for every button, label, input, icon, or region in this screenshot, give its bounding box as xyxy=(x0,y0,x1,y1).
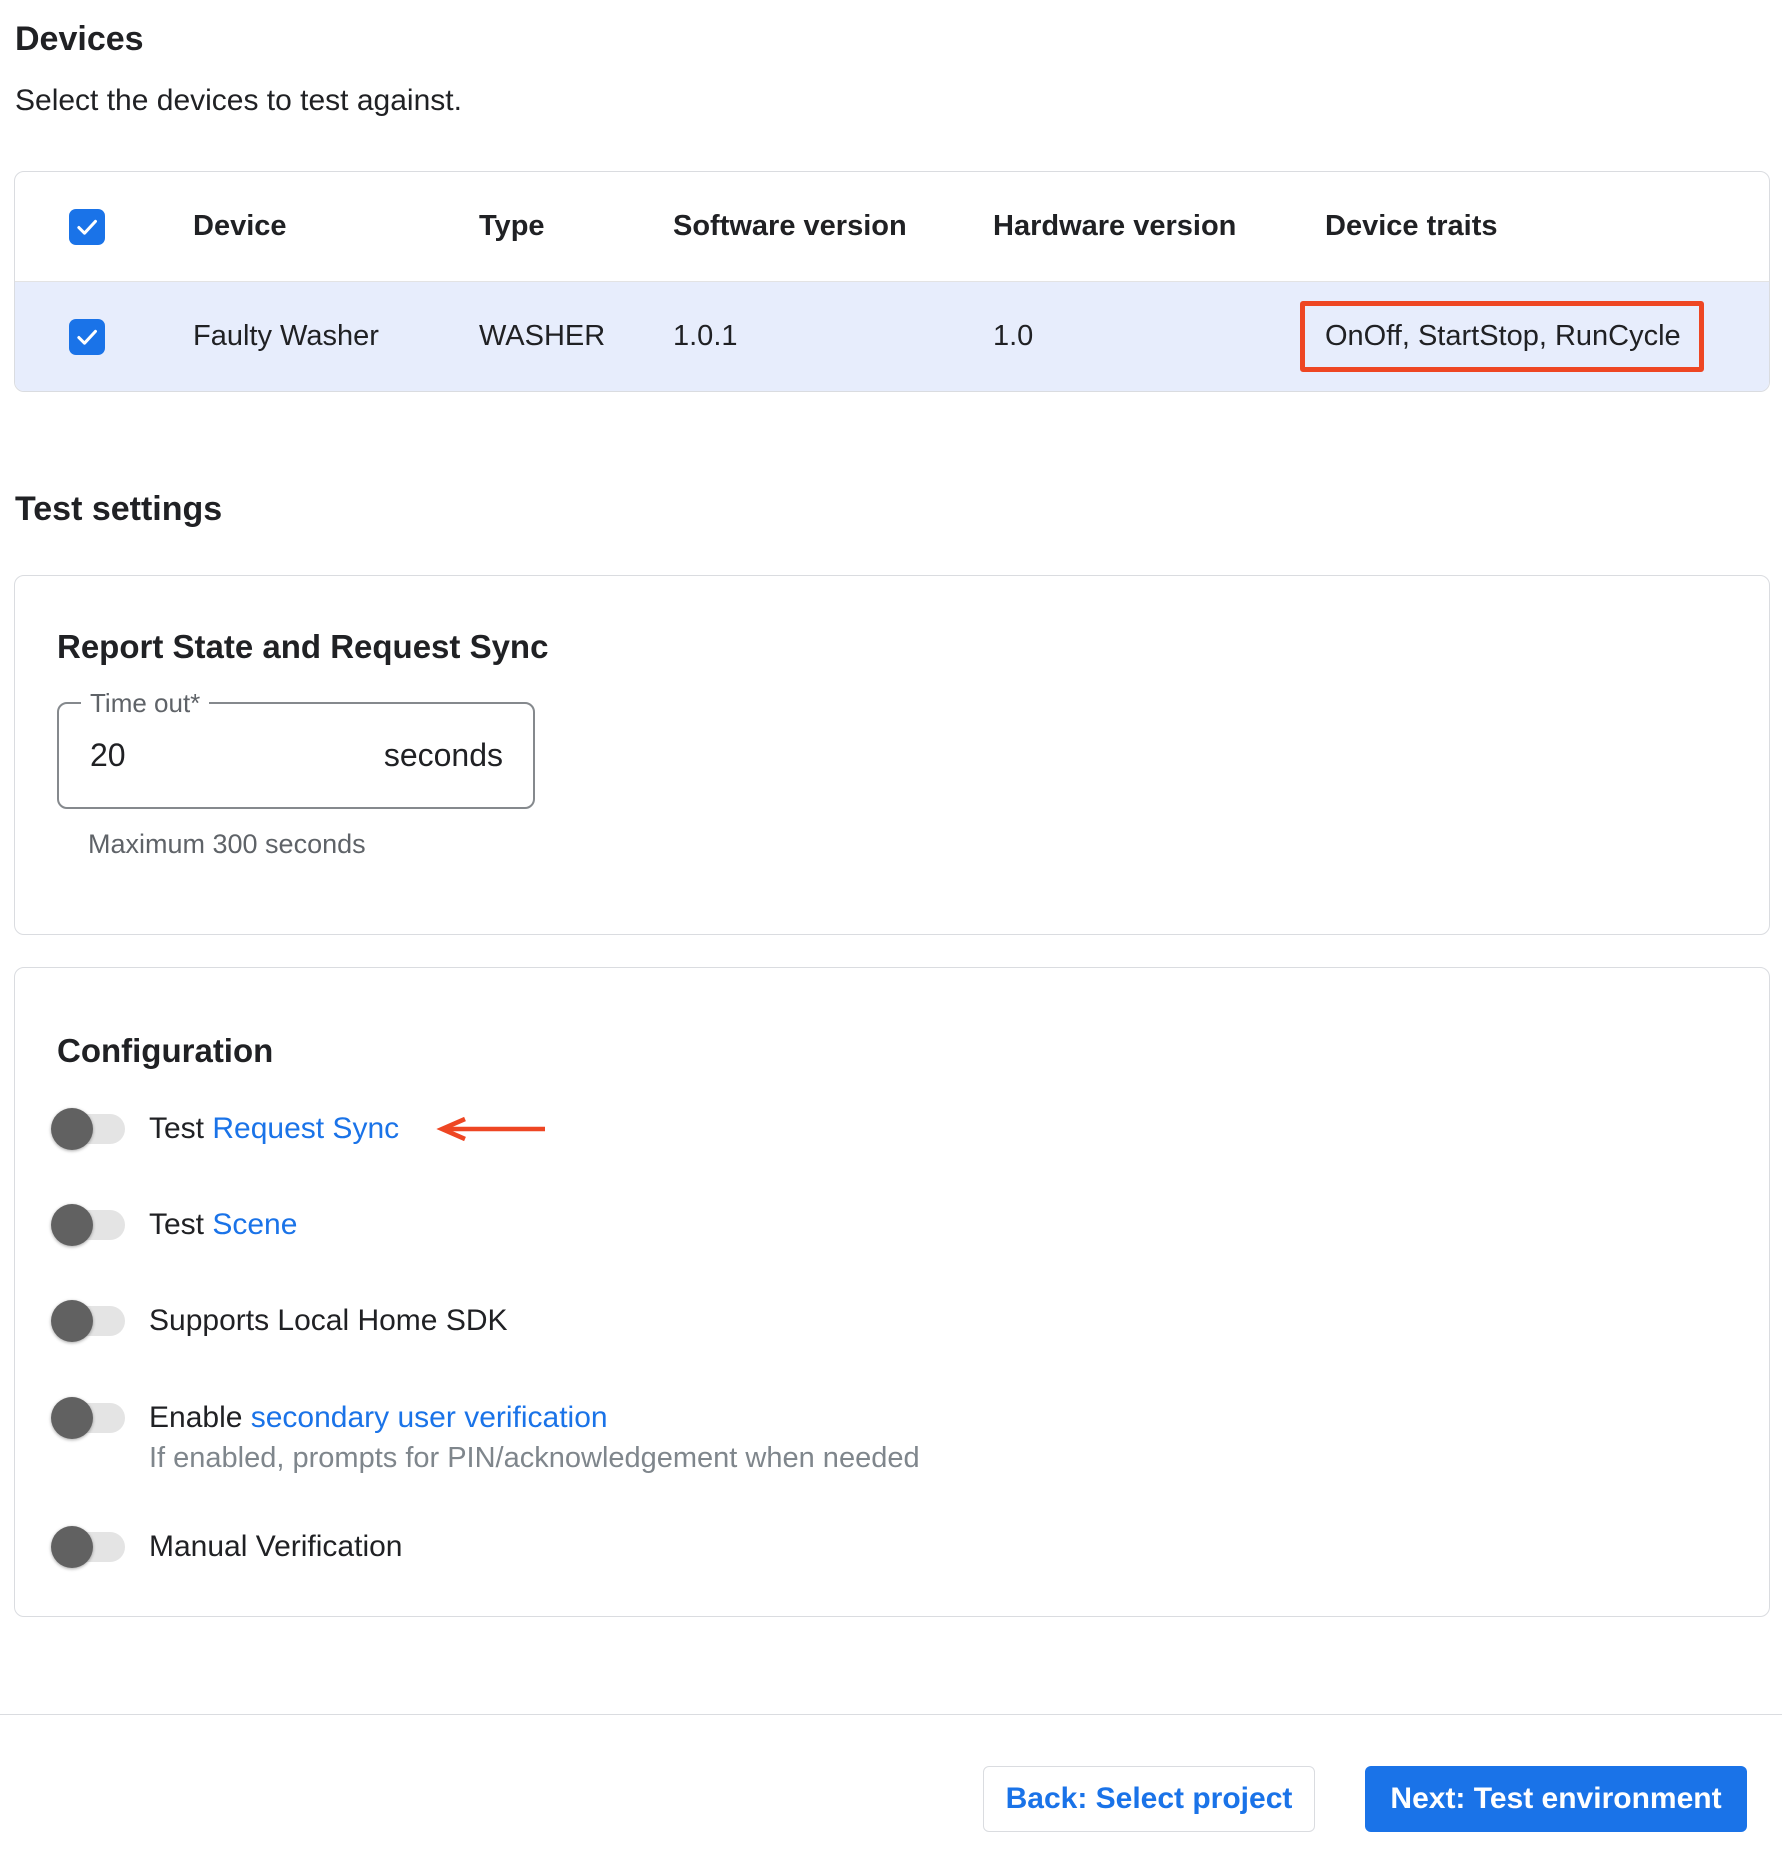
toggle-thumb-icon xyxy=(51,1526,93,1568)
test-scene-toggle[interactable] xyxy=(51,1203,125,1247)
column-header-software-version: Software version xyxy=(673,210,907,242)
cell-device-traits: OnOff, StartStop, RunCycle xyxy=(1325,320,1681,352)
column-header-device-traits: Device traits xyxy=(1325,210,1498,242)
toggle-row-local-home-sdk: Supports Local Home SDK xyxy=(51,1299,508,1343)
request-sync-link[interactable]: Request Sync xyxy=(212,1112,399,1146)
checkmark-icon xyxy=(77,219,97,235)
toggle-label-prefix: Test xyxy=(149,1208,213,1241)
footer-divider xyxy=(0,1714,1782,1715)
timeout-input[interactable] xyxy=(90,737,310,774)
devices-section-title: Devices xyxy=(15,20,144,58)
toggle-thumb-icon xyxy=(51,1108,93,1150)
configuration-card: Configuration Test Request Sync Test Sce… xyxy=(14,967,1770,1617)
devices-section-subtitle: Select the devices to test against. xyxy=(15,84,462,117)
manual-verification-toggle[interactable] xyxy=(51,1525,125,1569)
cell-hardware-version: 1.0 xyxy=(993,320,1034,352)
toggle-label-prefix: Enable xyxy=(149,1401,251,1434)
toggle-row-manual-verification: Manual Verification xyxy=(51,1525,402,1569)
row-checkbox[interactable] xyxy=(69,318,105,355)
secondary-verification-description: If enabled, prompts for PIN/acknowledgem… xyxy=(149,1442,920,1474)
configuration-card-title: Configuration xyxy=(57,1032,274,1069)
column-header-device: Device xyxy=(193,210,287,242)
secondary-user-verification-link[interactable]: secondary user verification xyxy=(251,1401,608,1435)
timeout-unit-label: seconds xyxy=(383,737,503,773)
toggle-thumb-icon xyxy=(51,1397,93,1439)
table-row: Faulty Washer WASHER 1.0.1 1.0 OnOff, St… xyxy=(15,282,1769,391)
cell-device-type: WASHER xyxy=(479,320,606,352)
toggle-thumb-icon xyxy=(51,1300,93,1342)
report-state-card-title: Report State and Request Sync xyxy=(57,628,549,665)
secondary-user-verification-toggle[interactable] xyxy=(51,1396,125,1440)
timeout-field: Time out* seconds xyxy=(57,688,535,809)
supports-local-home-sdk-toggle[interactable] xyxy=(51,1299,125,1343)
cell-device-name: Faulty Washer xyxy=(193,320,379,352)
toggle-label-prefix: Test xyxy=(149,1112,213,1145)
toggle-row-test-request-sync: Test Request Sync xyxy=(51,1107,549,1151)
timeout-field-label: Time out* xyxy=(81,688,210,719)
column-header-type: Type xyxy=(479,210,545,242)
next-test-environment-button[interactable]: Next: Test environment xyxy=(1365,1766,1747,1832)
select-all-checkbox[interactable] xyxy=(69,208,105,245)
annotation-highlight-box: OnOff, StartStop, RunCycle xyxy=(1300,301,1704,372)
annotation-arrow-icon xyxy=(436,1116,546,1142)
cell-software-version: 1.0.1 xyxy=(673,320,738,352)
toggle-thumb-icon xyxy=(51,1204,93,1246)
toggle-row-secondary-verification: Enable secondary user verification xyxy=(51,1396,608,1440)
devices-table-header-row: Device Type Software version Hardware ve… xyxy=(15,172,1769,282)
checkmark-icon xyxy=(77,329,97,345)
back-select-project-button[interactable]: Back: Select project xyxy=(983,1766,1315,1832)
toggle-label: Supports Local Home SDK xyxy=(149,1304,508,1337)
column-header-hardware-version: Hardware version xyxy=(993,210,1237,242)
toggle-row-test-scene: Test Scene xyxy=(51,1203,297,1247)
toggle-label: Manual Verification xyxy=(149,1530,403,1563)
test-request-sync-toggle[interactable] xyxy=(51,1107,125,1151)
report-state-card: Report State and Request Sync Time out* … xyxy=(14,575,1770,935)
test-settings-title: Test settings xyxy=(15,490,223,528)
devices-table: Device Type Software version Hardware ve… xyxy=(14,171,1770,392)
scene-link[interactable]: Scene xyxy=(212,1208,297,1242)
timeout-helper-text: Maximum 300 seconds xyxy=(88,829,366,859)
